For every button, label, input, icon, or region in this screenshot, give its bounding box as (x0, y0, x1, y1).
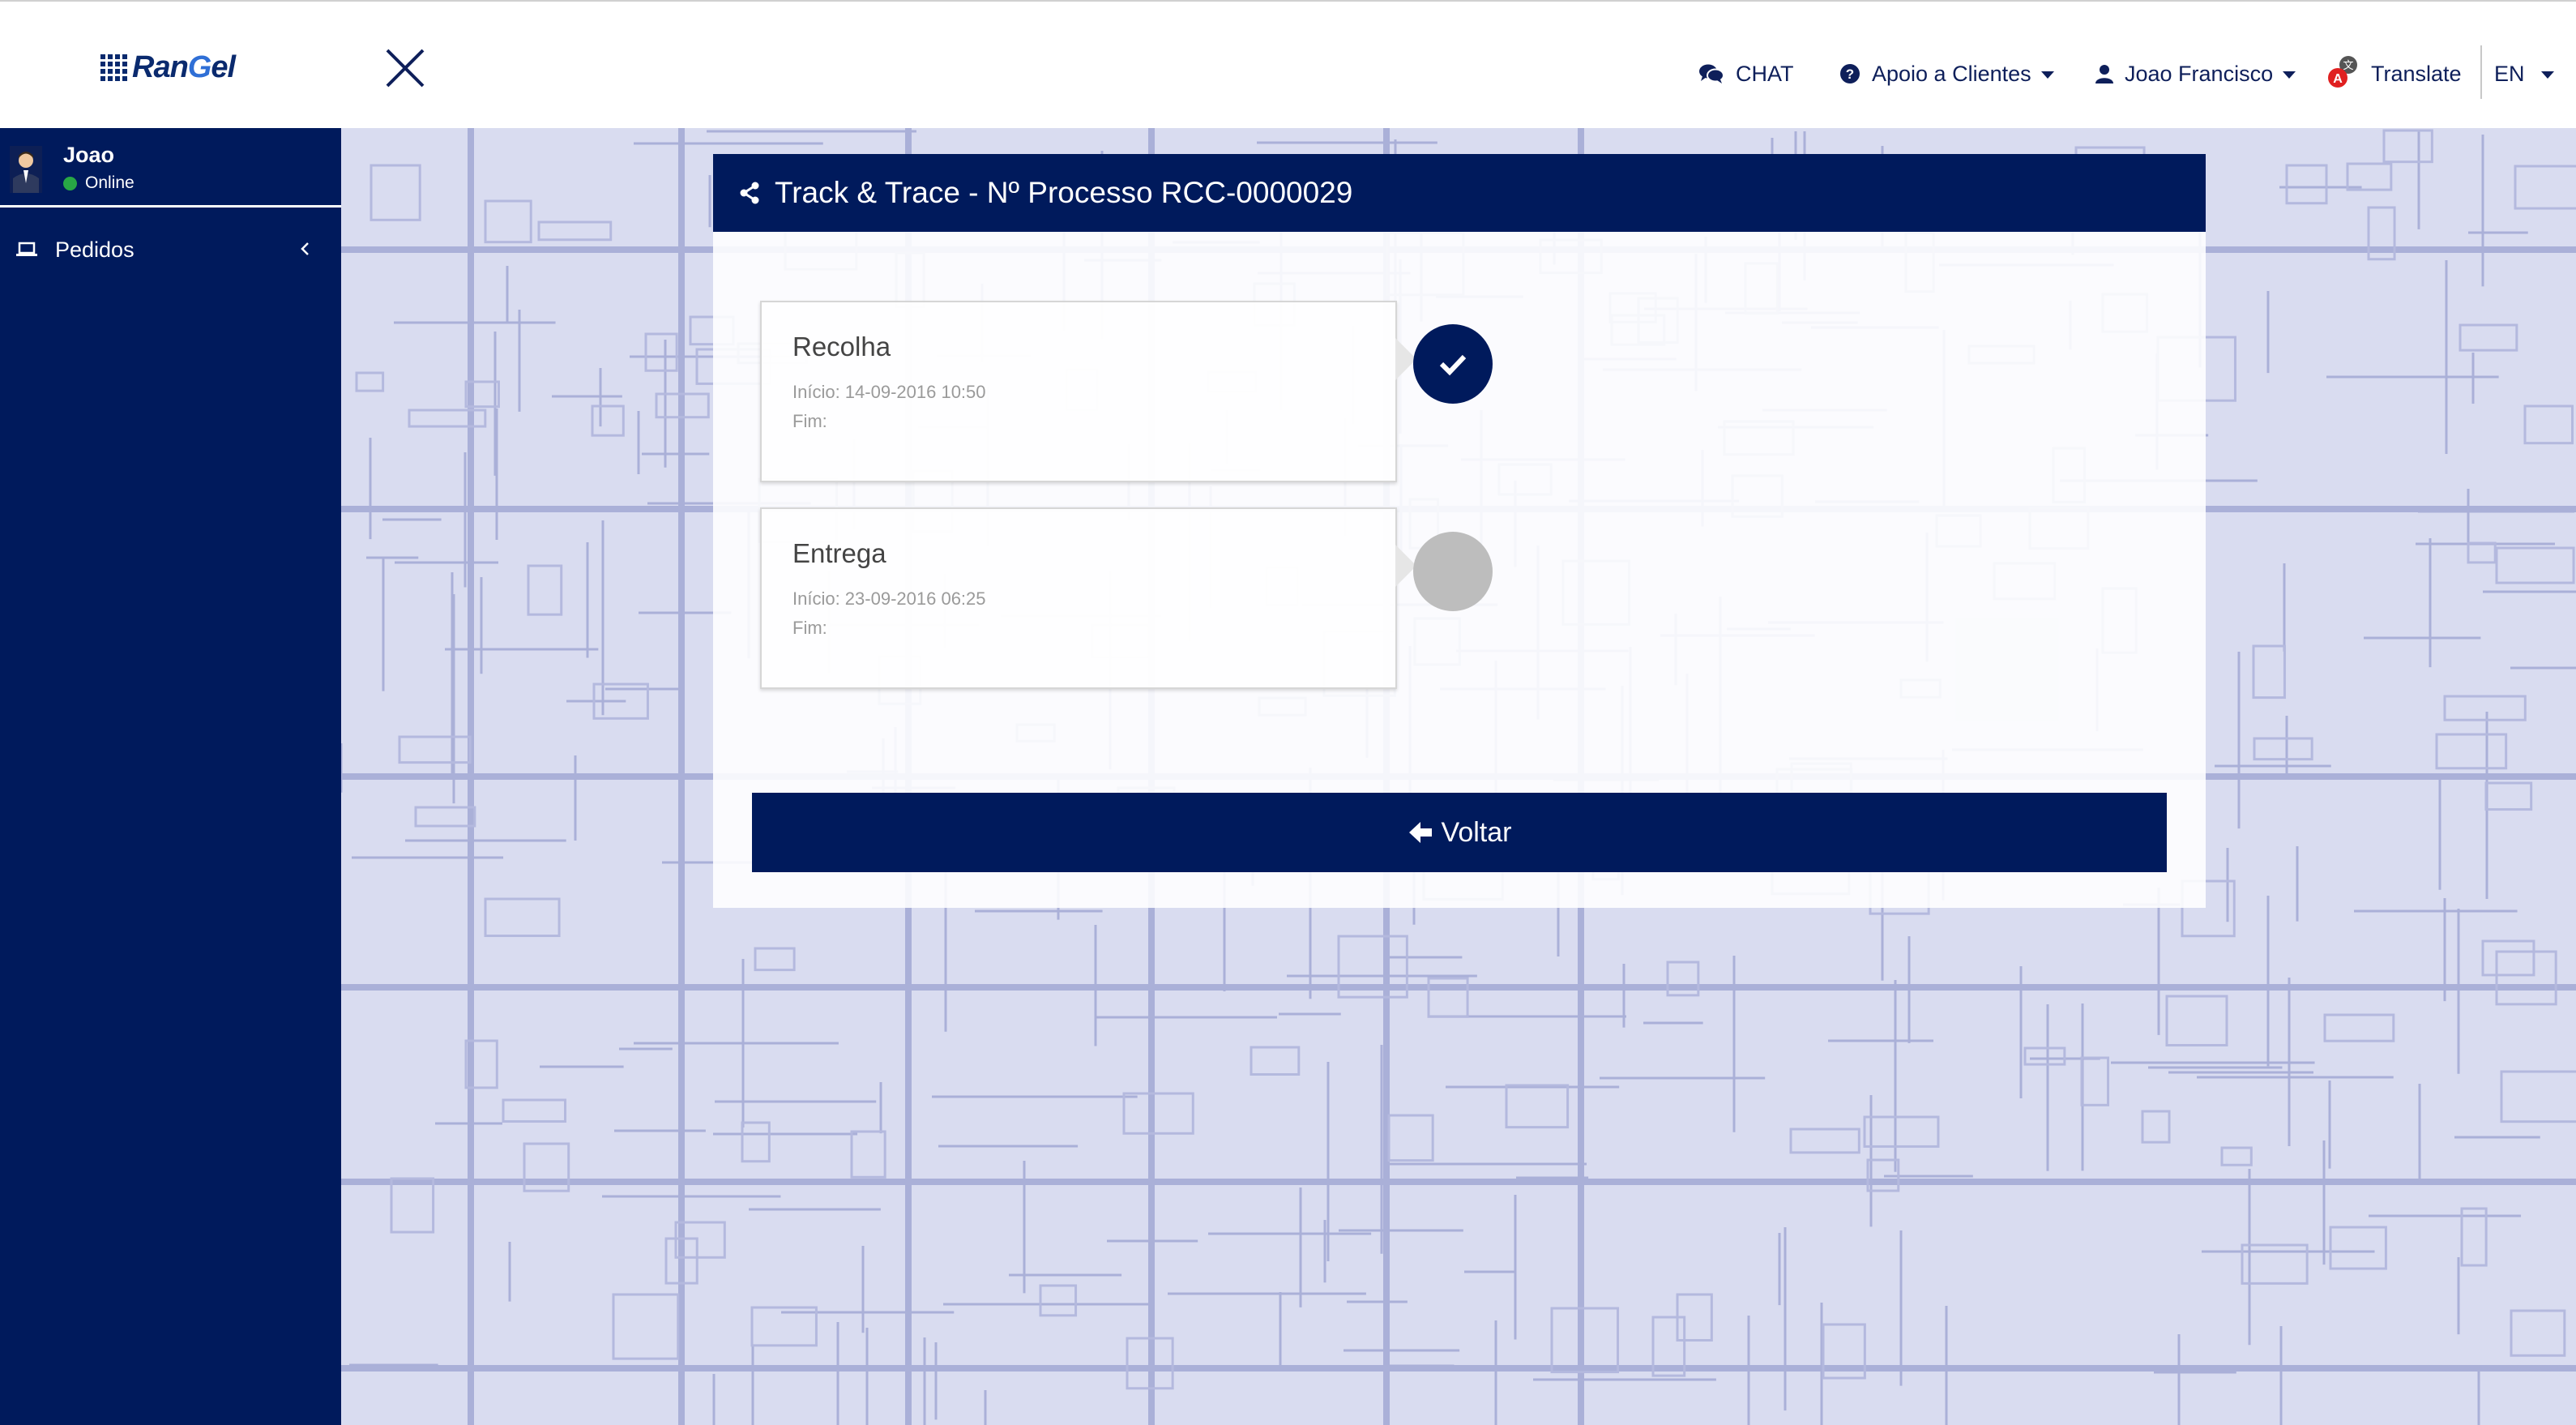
step-start-date: Início: 23-09-2016 06:25 (792, 588, 986, 609)
close-icon[interactable] (384, 47, 426, 89)
step-title: Entrega (792, 538, 886, 568)
step-completed-badge (1413, 324, 1493, 404)
timeline-step-entrega: Entrega Início: 23-09-2016 06:25 Fim: (760, 507, 1416, 689)
step-title: Recolha (792, 332, 891, 362)
user-menu-label: Joao Francisco (2125, 61, 2274, 86)
chat-label: CHAT (1736, 61, 1794, 86)
sidebar-user-name: Joao (63, 143, 115, 167)
sidebar-item-label: Pedidos (55, 237, 135, 262)
svg-text:文: 文 (2343, 60, 2353, 72)
chat-icon (1699, 64, 1724, 83)
panel-header: Track & Trace - Nº Processo RCC-0000029 (713, 154, 2206, 232)
support-label: Apoio a Clientes (1872, 61, 2031, 86)
chevron-down-icon (2040, 71, 2054, 79)
user-icon (2095, 65, 2113, 83)
sidebar-user-status: Online (63, 173, 135, 193)
online-status-dot (63, 176, 77, 190)
step-end-date: Fim: (792, 411, 827, 431)
user-menu[interactable]: Joao Francisco (2095, 53, 2296, 94)
panel-title: Track & Trace - Nº Processo RCC-0000029 (775, 176, 1353, 209)
sidebar-user-panel: Joao Online (0, 128, 341, 208)
avatar (10, 146, 42, 193)
share-icon (740, 182, 759, 204)
translate-label: Translate (2371, 61, 2462, 86)
chat-link[interactable]: CHAT (1698, 53, 1794, 94)
logo-dots-icon (100, 53, 127, 81)
status-label: Online (85, 173, 135, 192)
arrow-left-icon (1408, 822, 1432, 843)
nav-divider (2480, 45, 2482, 99)
back-button-label: Voltar (1441, 816, 1512, 848)
step-start-date: Início: 14-09-2016 10:50 (792, 382, 986, 402)
chevron-left-icon (301, 242, 309, 255)
top-navbar: RanGel CHAT ? Apoio a Clientes Joao Fran… (0, 0, 2576, 128)
step-pending-badge (1413, 532, 1493, 611)
chevron-down-icon (2283, 71, 2296, 79)
question-circle-icon: ? (1840, 64, 1860, 83)
check-icon (1439, 354, 1467, 376)
language-selector[interactable]: EN (2494, 53, 2554, 94)
chevron-down-icon (2540, 71, 2554, 79)
support-menu[interactable]: ? Apoio a Clientes (1839, 53, 2054, 94)
laptop-icon (16, 242, 37, 256)
step-end-date: Fim: (792, 618, 827, 638)
translate-button[interactable]: 文 A Translate (2327, 53, 2462, 94)
track-trace-panel: Track & Trace - Nº Processo RCC-0000029 … (713, 154, 2206, 908)
sidebar-item-pedidos[interactable]: Pedidos (0, 224, 341, 276)
timeline-step-recolha: Recolha Início: 14-09-2016 10:50 Fim: (760, 301, 1416, 482)
back-button[interactable]: Voltar (752, 793, 2167, 872)
rangel-logo[interactable]: RanGel (100, 47, 236, 88)
translate-icon: 文 A (2328, 56, 2357, 88)
sidebar: Joao Online Pedidos (0, 128, 341, 1425)
svg-text:A: A (2333, 72, 2343, 86)
logo-text: RanGel (132, 49, 236, 84)
svg-text:?: ? (1846, 66, 1854, 82)
language-label: EN (2494, 61, 2525, 86)
